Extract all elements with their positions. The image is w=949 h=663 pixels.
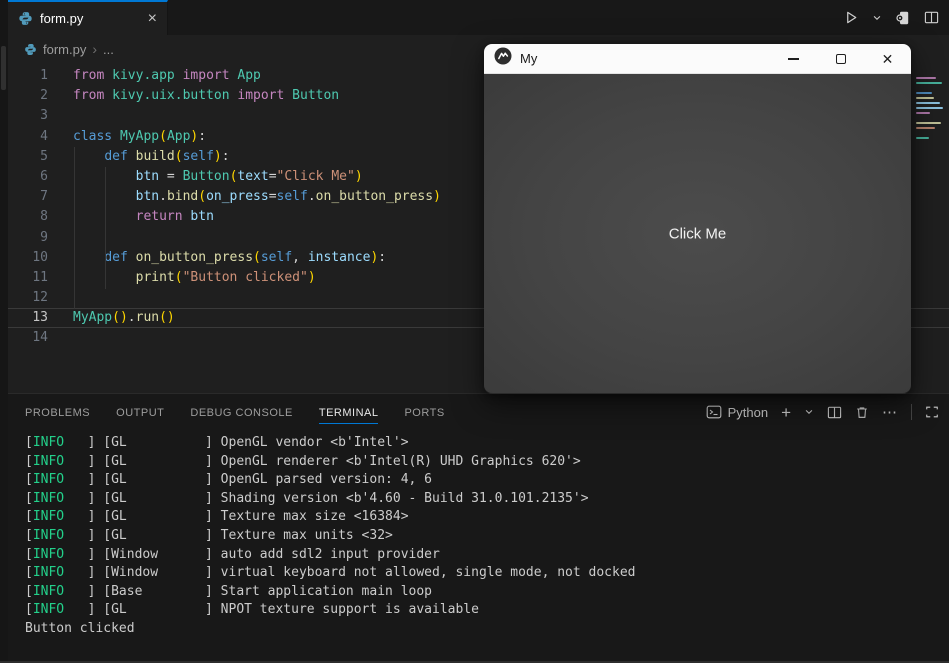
terminal-line: [INFO ] [Base ] Start application main l…	[25, 583, 949, 602]
minimap-line	[916, 137, 929, 139]
minimap-line	[916, 107, 943, 109]
kivy-window-title: My	[520, 51, 537, 66]
more-actions-icon[interactable]: ⋯	[882, 405, 898, 420]
kivy-logo-icon	[494, 47, 512, 70]
code-text: def on_button_press(self, instance):	[73, 248, 386, 268]
terminal-shell-label: Python	[728, 405, 768, 420]
line-number: 9	[8, 228, 58, 248]
editor-tab-bar: form.py ×	[8, 0, 949, 35]
line-number: 11	[8, 268, 58, 288]
panel-actions: Python +	[706, 404, 939, 421]
code-text: from kivy.uix.button import Button	[73, 86, 339, 106]
indent-guide	[105, 167, 106, 289]
tab-form-py[interactable]: form.py ×	[8, 0, 168, 35]
tab-label: form.py	[40, 11, 141, 26]
code-text: from kivy.app import App	[73, 66, 261, 86]
breadcrumb-separator-icon: ›	[92, 41, 97, 57]
panel-tab-ports[interactable]: PORTS	[404, 397, 444, 429]
minimap-line	[916, 92, 932, 94]
code-text: MyApp().run()	[73, 308, 175, 328]
panel-tab-output[interactable]: OUTPUT	[116, 397, 164, 429]
new-terminal-button[interactable]: +	[781, 404, 791, 421]
terminal-line: [INFO ] [GL ] Texture max size <16384>	[25, 508, 949, 527]
terminal-output[interactable]: [INFO ] [GL ] OpenGL vendor <b'Intel'>[I…	[8, 430, 949, 639]
terminal-line: [INFO ] [GL ] Texture max units <32>	[25, 527, 949, 546]
code-text: btn = Button(text="Click Me")	[73, 167, 363, 187]
run-python-options-icon[interactable]	[895, 10, 911, 26]
breadcrumb-more[interactable]: ...	[103, 42, 114, 57]
python-file-icon	[24, 43, 37, 56]
minimap-line	[916, 97, 934, 99]
python-file-icon	[18, 11, 33, 26]
kivy-window-controls: ✕	[770, 44, 911, 74]
kill-terminal-icon[interactable]	[855, 405, 869, 420]
split-terminal-icon[interactable]	[827, 405, 842, 420]
terminal-line: [INFO ] [Window ] virtual keyboard not a…	[25, 564, 949, 583]
line-number: 6	[8, 167, 58, 187]
divider	[911, 404, 912, 420]
terminal-line: [INFO ] [GL ] OpenGL parsed version: 4, …	[25, 471, 949, 490]
minimap[interactable]	[916, 77, 946, 139]
split-editor-icon[interactable]	[924, 10, 939, 25]
minimap-line	[916, 127, 935, 129]
minimap-line	[916, 82, 942, 84]
indent-guide	[74, 147, 75, 309]
line-number: 1	[8, 66, 58, 86]
terminal-profile[interactable]: Python	[706, 404, 768, 420]
line-number: 3	[8, 106, 58, 126]
panel-tab-problems[interactable]: PROBLEMS	[25, 397, 90, 429]
terminal-line: [INFO ] [GL ] OpenGL vendor <b'Intel'>	[25, 434, 949, 453]
terminal-line: [INFO ] [GL ] NPOT texture support is av…	[25, 601, 949, 620]
minimize-button[interactable]	[770, 44, 817, 74]
vscode-window: form.py ×	[0, 0, 949, 663]
line-number: 8	[8, 207, 58, 227]
editor-actions	[844, 0, 939, 35]
code-text: return btn	[73, 207, 214, 227]
terminal-dropdown-chevron-icon[interactable]	[804, 407, 814, 417]
panel-header: PROBLEMSOUTPUTDEBUG CONSOLETERMINALPORTS…	[8, 394, 949, 430]
maximize-button[interactable]	[817, 44, 864, 74]
terminal-line: [INFO ] [GL ] OpenGL renderer <b'Intel(R…	[25, 453, 949, 472]
run-button[interactable]	[844, 10, 859, 25]
kivy-app-window[interactable]: My ✕ Click Me	[484, 44, 911, 394]
terminal-line: [INFO ] [GL ] Shading version <b'4.60 - …	[25, 490, 949, 509]
kivy-titlebar[interactable]: My ✕	[484, 44, 911, 74]
run-dropdown-chevron-icon[interactable]	[872, 13, 882, 23]
panel-tabs: PROBLEMSOUTPUTDEBUG CONSOLETERMINALPORTS	[25, 403, 471, 421]
kivy-button[interactable]: Click Me	[484, 74, 911, 393]
line-number: 13	[8, 308, 58, 328]
bottom-panel: PROBLEMSOUTPUTDEBUG CONSOLETERMINALPORTS…	[8, 393, 949, 661]
minimap-line	[916, 77, 936, 79]
maximize-panel-icon[interactable]	[925, 405, 939, 419]
line-number: 4	[8, 127, 58, 147]
line-number: 14	[8, 328, 58, 348]
code-text: class MyApp(App):	[73, 127, 206, 147]
minimap-line	[916, 122, 941, 124]
close-tab-icon[interactable]: ×	[148, 11, 157, 27]
panel-tab-terminal[interactable]: TERMINAL	[319, 397, 379, 429]
breadcrumb-file[interactable]: form.py	[43, 42, 86, 57]
left-edge-strip	[0, 0, 8, 661]
line-number: 10	[8, 248, 58, 268]
code-text: def build(self):	[73, 147, 230, 167]
code-text: btn.bind(on_press=self.on_button_press)	[73, 187, 441, 207]
line-number: 12	[8, 288, 58, 308]
terminal-line: [INFO ] [Window ] auto add sdl2 input pr…	[25, 546, 949, 565]
scrollbar-thumb[interactable]	[1, 46, 6, 90]
line-number: 5	[8, 147, 58, 167]
minimap-line	[916, 112, 930, 114]
terminal-line: Button clicked	[25, 620, 949, 639]
line-number: 2	[8, 86, 58, 106]
line-number: 7	[8, 187, 58, 207]
close-button[interactable]: ✕	[864, 44, 911, 74]
kivy-button-label: Click Me	[484, 225, 911, 242]
panel-tab-debug-console[interactable]: DEBUG CONSOLE	[190, 397, 292, 429]
code-text: print("Button clicked")	[73, 268, 316, 288]
minimap-line	[916, 102, 940, 104]
